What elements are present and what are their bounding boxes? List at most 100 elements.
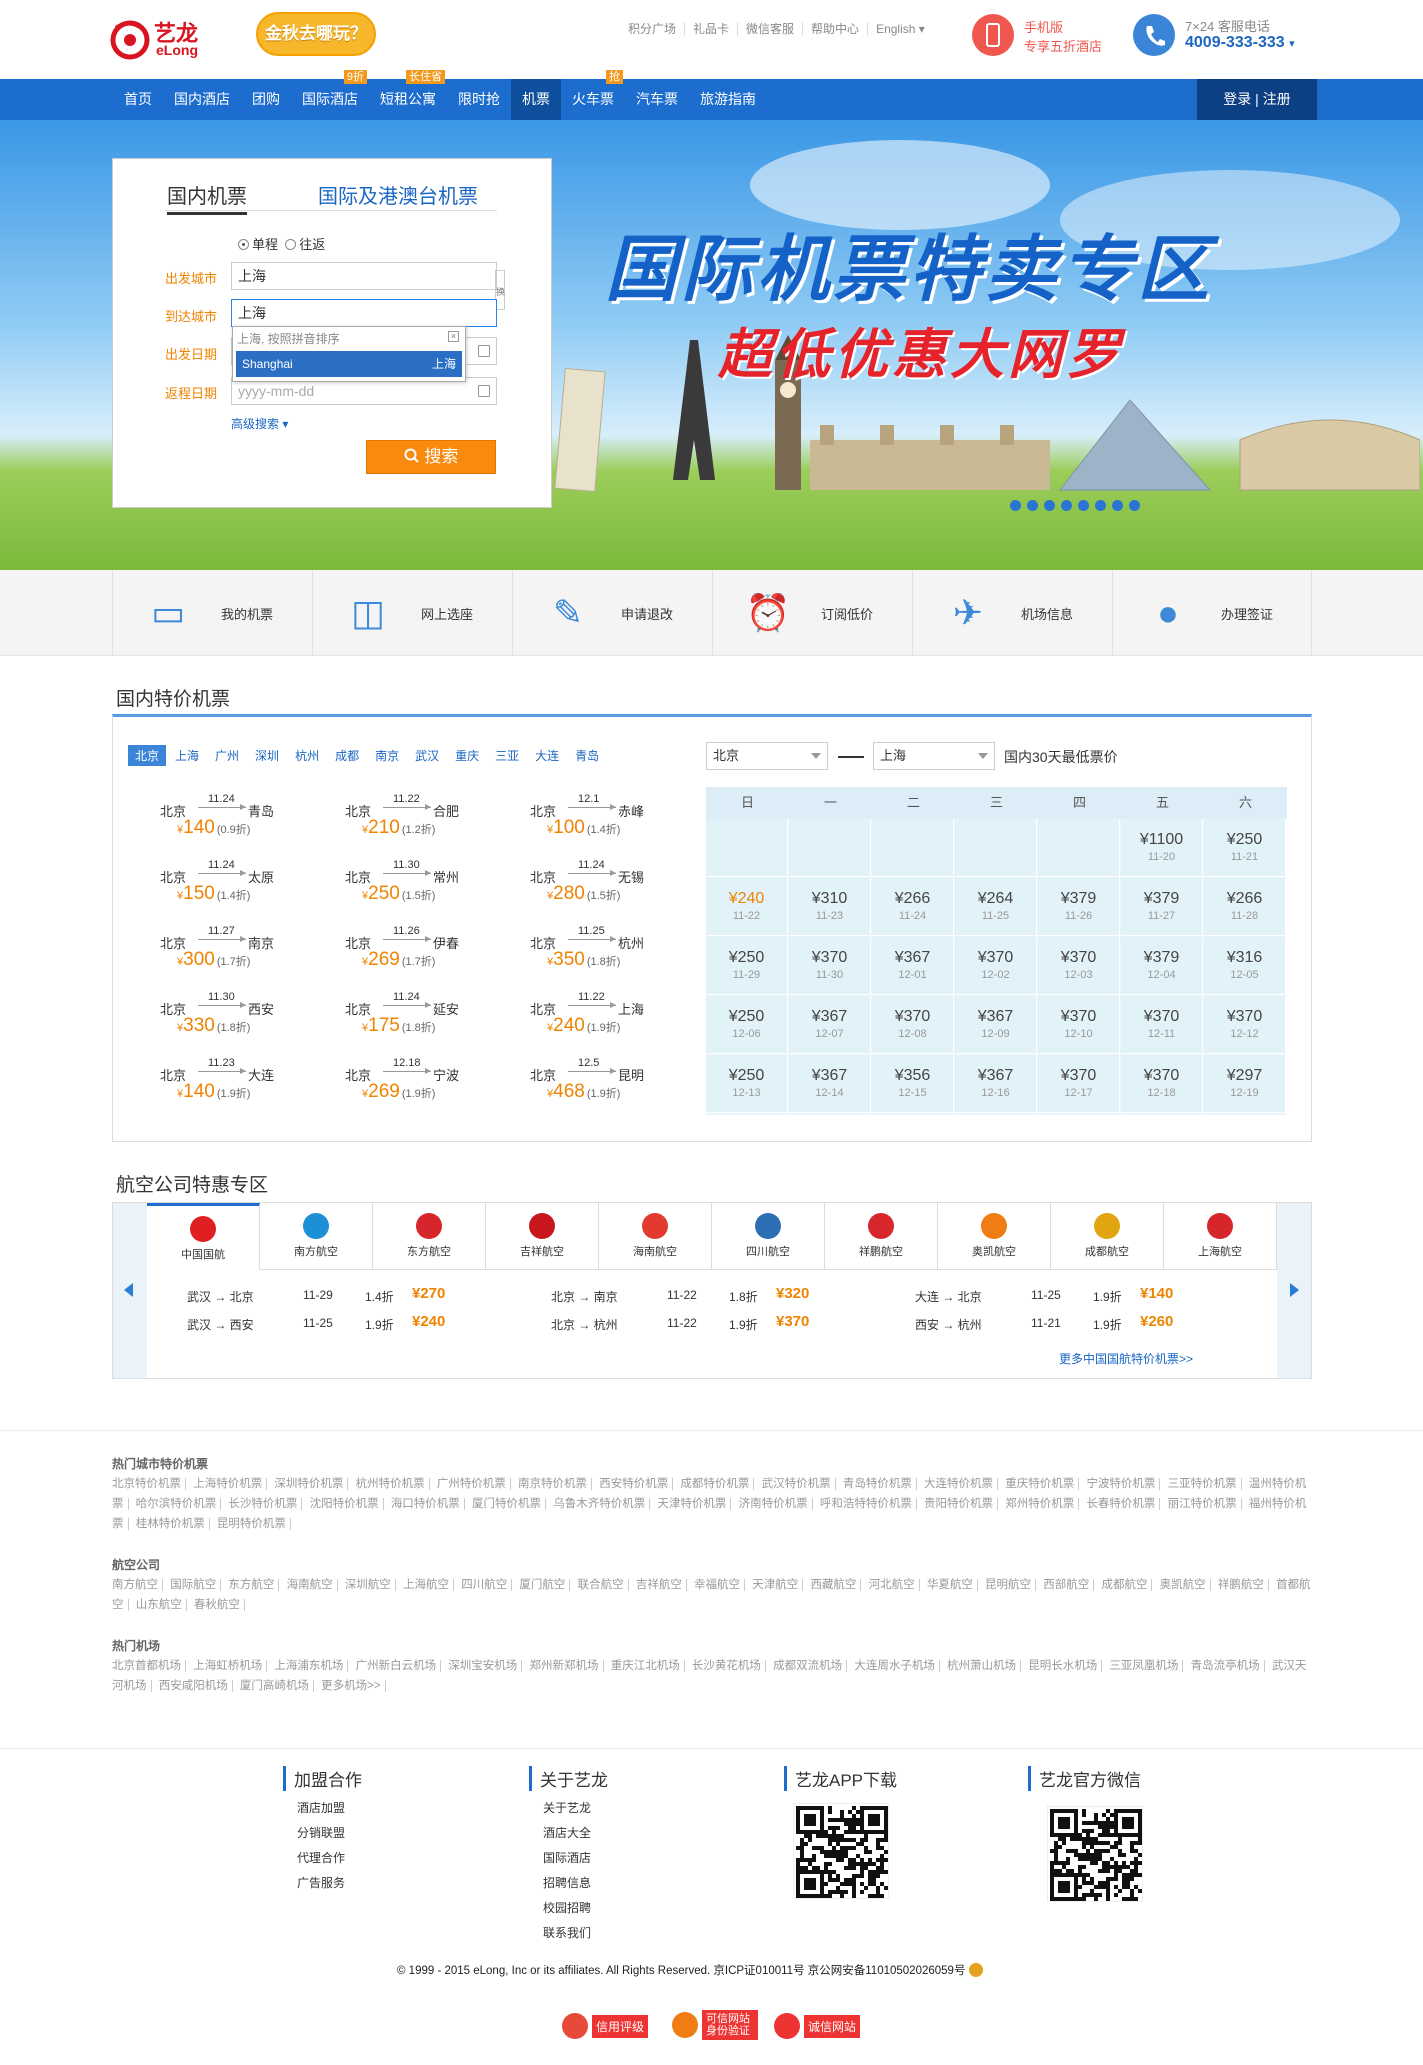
seo-link[interactable]: 哈尔滨特价机票 (135, 1498, 222, 1510)
integrity-site-badge[interactable]: 诚信网站 (774, 2013, 861, 2039)
airline-tab[interactable]: 成都航空 (1051, 1203, 1164, 1270)
airline-tab[interactable]: 东方航空 (373, 1203, 486, 1270)
airline-tab[interactable]: 奥凯航空 (938, 1203, 1051, 1270)
deal-ticket[interactable]: 北京 11.27 南京 ¥300 (1.7折) (160, 925, 300, 979)
seo-link[interactable]: 郑州特价机票 (1005, 1498, 1080, 1510)
calendar-cell[interactable]: ¥250 11-29 (706, 937, 788, 995)
calendar-cell[interactable]: ¥379 12-04 (1121, 937, 1203, 995)
promo-badge[interactable]: 金秋去哪玩？ (256, 12, 376, 56)
footer-link[interactable]: 分销联盟 (297, 1824, 362, 1841)
nav-item[interactable]: 团购 (241, 79, 291, 120)
deal-ticket[interactable]: 北京 11.24 太原 ¥150 (1.4折) (160, 859, 300, 913)
calendar-cell[interactable]: ¥370 12-18 (1121, 1055, 1203, 1113)
calendar-cell[interactable]: ¥250 12-13 (706, 1055, 788, 1113)
footer-link[interactable]: 联系我们 (543, 1924, 608, 1941)
seo-link[interactable]: 海南航空 (286, 1579, 338, 1591)
seo-link[interactable]: 桂林特价机票 (135, 1518, 210, 1530)
one-way-radio[interactable]: 单程 (238, 237, 278, 252)
calendar-cell[interactable]: ¥240 11-22 (706, 878, 788, 936)
deal-ticket[interactable]: 北京 12.5 昆明 ¥468 (1.9折) (530, 1057, 670, 1111)
seo-link[interactable]: 宁波特价机票 (1086, 1478, 1161, 1490)
seo-link[interactable]: 沈阳特价机票 (309, 1498, 384, 1510)
city-filter-item[interactable]: 上海 (168, 745, 206, 766)
calendar-to-select[interactable]: 上海 (873, 742, 995, 770)
airline-tab[interactable]: 四川航空 (712, 1203, 825, 1270)
seo-link[interactable]: 厦门特价机票 (472, 1498, 547, 1510)
seo-link[interactable]: 乌鲁木齐特价机票 (553, 1498, 651, 1510)
seo-link[interactable]: 西安咸阳机场 (158, 1680, 233, 1692)
seo-link[interactable]: 西部航空 (1043, 1579, 1095, 1591)
seo-link[interactable]: 长沙黄花机场 (691, 1660, 766, 1672)
calendar-cell[interactable]: ¥370 12-17 (1038, 1055, 1120, 1113)
seo-link[interactable]: 东方航空 (228, 1579, 280, 1591)
seo-link[interactable]: 贵阳特价机票 (924, 1498, 999, 1510)
airline-tab[interactable]: 上海航空 (1164, 1203, 1277, 1270)
seo-link[interactable]: 广州新白云机场 (355, 1660, 442, 1672)
quicklink-item[interactable]: ✎ 申请退改 (512, 570, 712, 656)
seo-link[interactable]: 武汉特价机票 (761, 1478, 836, 1490)
calendar-from-select[interactable]: 北京 (706, 742, 828, 770)
calendar-cell[interactable]: ¥370 12-08 (872, 996, 954, 1054)
seo-link[interactable]: 上海航空 (403, 1579, 455, 1591)
seo-link[interactable]: 海口特价机票 (390, 1498, 465, 1510)
seo-link[interactable]: 春秋航空 (193, 1599, 245, 1611)
seo-link[interactable]: 南方航空 (112, 1579, 163, 1591)
round-trip-radio[interactable]: 往返 (285, 237, 325, 252)
seo-link[interactable]: 大连周水子机场 (854, 1660, 940, 1672)
trusted-site-badge[interactable]: 可信网站 身份验证 (672, 2010, 758, 2040)
quicklink-item[interactable]: ✈ 机场信息 (912, 570, 1112, 656)
seo-link[interactable]: 重庆特价机票 (1005, 1478, 1080, 1490)
tab-international-flights[interactable]: 国际及港澳台机票 (318, 180, 478, 209)
seo-link[interactable]: 联合航空 (577, 1579, 629, 1591)
seo-link[interactable]: 郑州新郑机场 (529, 1660, 604, 1672)
seo-link[interactable]: 吉祥航空 (635, 1579, 687, 1591)
seo-link[interactable]: 大连特价机票 (924, 1478, 999, 1490)
calendar-cell[interactable]: ¥379 11-27 (1121, 878, 1203, 936)
seo-link[interactable]: 祥鹏航空 (1217, 1579, 1269, 1591)
airline-tab[interactable]: 海南航空 (599, 1203, 712, 1270)
prev-arrow-button[interactable] (113, 1203, 147, 1378)
deal-ticket[interactable]: 北京 11.25 杭州 ¥350 (1.8折) (530, 925, 670, 979)
calendar-cell[interactable]: ¥367 12-14 (789, 1055, 871, 1113)
calendar-cell[interactable]: ¥250 11-21 (1204, 819, 1286, 877)
footer-link[interactable]: 关于艺龙 (543, 1799, 608, 1816)
seo-link[interactable]: 丽江特价机票 (1167, 1498, 1242, 1510)
airline-tab[interactable]: 祥鹏航空 (825, 1203, 938, 1270)
footer-link[interactable]: 国际酒店 (543, 1849, 608, 1866)
nav-item[interactable]: 国内酒店 (163, 79, 241, 120)
seo-link[interactable]: 昆明长水机场 (1028, 1660, 1103, 1672)
seo-link[interactable]: 天津航空 (752, 1579, 804, 1591)
to-city-input[interactable]: 上海 (231, 299, 497, 327)
calendar-cell[interactable]: ¥264 11-25 (955, 878, 1037, 936)
quicklink-item[interactable]: ▭ 我的机票 (112, 570, 312, 656)
seo-link[interactable]: 华夏航空 (926, 1579, 978, 1591)
nav-item[interactable]: 汽车票 (625, 79, 689, 120)
nav-item[interactable]: 旅游指南 (689, 79, 767, 120)
city-filter-item[interactable]: 广州 (208, 745, 246, 766)
login-register-button[interactable]: 登录 | 注册 (1197, 79, 1317, 120)
deal-ticket[interactable]: 北京 11.26 伊春 ¥269 (1.7折) (345, 925, 485, 979)
calendar-cell[interactable]: ¥250 12-06 (706, 996, 788, 1054)
city-option-shanghai[interactable]: Shanghai 上海 (236, 351, 462, 377)
calendar-cell[interactable]: ¥367 12-09 (955, 996, 1037, 1054)
calendar-cell[interactable]: ¥1100 11-20 (1121, 819, 1203, 877)
seo-link[interactable]: 上海浦东机场 (274, 1660, 349, 1672)
seo-link[interactable]: 厦门高崎机场 (239, 1680, 314, 1692)
calendar-cell[interactable]: ¥379 11-26 (1038, 878, 1120, 936)
banner-dot[interactable] (1112, 500, 1123, 511)
quicklink-item[interactable]: ◫ 网上选座 (312, 570, 512, 656)
banner-dot[interactable] (1129, 500, 1140, 511)
deal-ticket[interactable]: 北京 11.22 上海 ¥240 (1.9折) (530, 991, 670, 1045)
calendar-cell[interactable]: ¥370 11-30 (789, 937, 871, 995)
footer-link[interactable]: 广告服务 (297, 1874, 362, 1891)
nav-item[interactable]: 短租公寓 长住省 (369, 70, 447, 120)
banner-dot[interactable] (1095, 500, 1106, 511)
deal-ticket[interactable]: 北京 11.24 延安 ¥175 (1.8折) (345, 991, 485, 1045)
top-link-wechat[interactable]: 微信客服 (738, 22, 804, 36)
calendar-icon[interactable] (478, 385, 490, 397)
calendar-cell[interactable]: ¥266 11-28 (1204, 878, 1286, 936)
city-filter-item[interactable]: 三亚 (488, 745, 526, 766)
seo-link[interactable]: 长春特价机票 (1086, 1498, 1161, 1510)
next-arrow-button[interactable] (1277, 1203, 1311, 1378)
seo-link[interactable]: 昆明特价机票 (216, 1518, 291, 1530)
